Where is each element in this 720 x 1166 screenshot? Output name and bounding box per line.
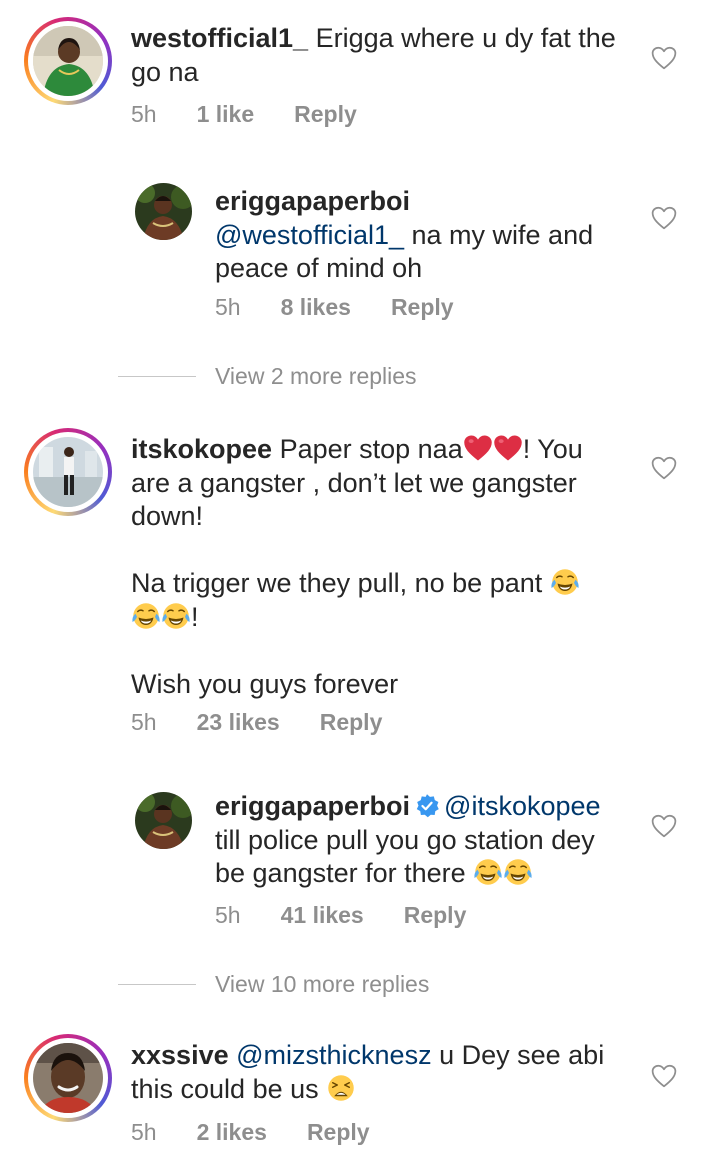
comment-body-line5: ! <box>191 601 199 632</box>
likes-count[interactable]: 23 likes <box>197 709 280 736</box>
reply-text: eriggapaperboi @westofficial1_ na my wif… <box>215 185 645 286</box>
reply-button[interactable]: Reply <box>307 1119 370 1146</box>
comment-body-line6: Wish you guys forever <box>131 668 399 699</box>
reply-body: na my wife and <box>411 219 594 250</box>
reply-body-cont: be gangster for there <box>215 858 466 888</box>
avatar[interactable] <box>33 1043 103 1113</box>
heart-icon[interactable] <box>651 814 677 838</box>
reply-button[interactable]: Reply <box>404 902 467 929</box>
red-heart-emoji <box>493 433 523 463</box>
divider-line <box>118 375 196 378</box>
avatar-photo <box>33 437 103 507</box>
avatar[interactable] <box>135 792 192 849</box>
avatar-photo <box>33 1043 103 1113</box>
username-link[interactable]: westofficial1_ <box>131 23 308 53</box>
comment-body: Paper stop naa <box>279 434 463 464</box>
comment-body-cont: this could be us <box>131 1073 319 1104</box>
divider-line <box>118 983 196 986</box>
mention-link[interactable]: @westofficial1_ <box>215 220 404 250</box>
laughing-emoji <box>550 567 580 597</box>
comment-item: xxssive @mizsthicknesz u Dey see abi thi… <box>0 1030 720 1166</box>
avatar-photo <box>33 26 103 96</box>
weary-face-emoji <box>326 1073 356 1103</box>
comment-body-line3: down! <box>131 501 204 531</box>
view-more-label: View 10 more replies <box>215 971 430 997</box>
likes-count[interactable]: 8 likes <box>281 294 351 321</box>
timestamp: 5h <box>131 101 157 127</box>
timestamp: 5h <box>215 294 241 320</box>
verified-badge-icon <box>414 793 440 819</box>
avatar[interactable] <box>33 437 103 507</box>
reply-meta: 5h 8 likes Reply <box>215 294 454 321</box>
comment-body-cont: go na <box>131 56 199 87</box>
username-link[interactable]: eriggapaperboi <box>215 791 410 821</box>
mention-link[interactable]: @mizsthicknesz <box>236 1040 431 1070</box>
view-more-replies[interactable]: View 2 more replies <box>118 363 417 390</box>
comment-meta: 5h 2 likes Reply <box>131 1119 370 1146</box>
laughing-emoji <box>161 601 191 631</box>
comment-meta: 5h 23 likes Reply <box>131 709 382 736</box>
mention-link[interactable]: @itskokopee <box>444 791 601 821</box>
avatar[interactable] <box>135 183 192 240</box>
comment-body-b: ! You <box>522 434 583 464</box>
comment-meta: 5h 1 like Reply <box>131 101 357 128</box>
likes-count[interactable]: 2 likes <box>197 1119 267 1146</box>
laughing-emoji <box>131 601 161 631</box>
reply-body-cont: peace of mind oh <box>215 253 423 283</box>
reply-text: eriggapaperboi @itskokopee till police pu… <box>215 790 645 891</box>
comment-item: westofficial1_ Erigga where u dy fat the… <box>0 0 720 150</box>
reply-meta: 5h 41 likes Reply <box>215 902 466 929</box>
red-heart-emoji <box>463 433 493 463</box>
avatar[interactable] <box>33 26 103 96</box>
timestamp: 5h <box>131 1119 157 1145</box>
comment-text: itskokopee Paper stop naa ! You are a gan… <box>131 433 631 701</box>
heart-icon[interactable] <box>651 1064 677 1088</box>
reply-button[interactable]: Reply <box>391 294 454 321</box>
comment-body: u Dey see abi <box>439 1040 605 1070</box>
laughing-emoji <box>473 857 503 887</box>
view-more-replies[interactable]: View 10 more replies <box>118 971 429 998</box>
likes-count[interactable]: 1 like <box>197 101 255 128</box>
heart-icon[interactable] <box>651 206 677 230</box>
timestamp: 5h <box>215 902 241 928</box>
timestamp: 5h <box>131 709 157 735</box>
heart-icon[interactable] <box>651 46 677 70</box>
comment-body: Erigga where u dy fat the <box>315 23 616 53</box>
heart-icon[interactable] <box>651 456 677 480</box>
comment-text: xxssive @mizsthicknesz u Dey see abi thi… <box>131 1039 631 1106</box>
reply-body: till police pull you go station dey <box>215 824 595 855</box>
reply-item: eriggapaperboi @itskokopee till police pu… <box>0 780 720 950</box>
laughing-emoji <box>503 857 533 887</box>
avatar-photo <box>135 183 192 240</box>
username-link[interactable]: eriggapaperboi <box>215 186 410 216</box>
username-link[interactable]: xxssive <box>131 1040 229 1070</box>
username-link[interactable]: itskokopee <box>131 434 272 464</box>
reply-button[interactable]: Reply <box>294 101 357 128</box>
reply-button[interactable]: Reply <box>320 709 383 736</box>
view-more-label: View 2 more replies <box>215 363 417 389</box>
comment-text: westofficial1_ Erigga where u dy fat the… <box>131 22 631 89</box>
comment-body-line2: are a gangster , don’t let we gangster <box>131 467 577 498</box>
avatar-photo <box>135 792 192 849</box>
likes-count[interactable]: 41 likes <box>281 902 364 929</box>
reply-item: eriggapaperboi @westofficial1_ na my wif… <box>0 170 720 340</box>
comment-item: itskokopee Paper stop naa ! You are a gan… <box>0 420 720 750</box>
comment-body-line4: Na trigger we they pull, no be pant <box>131 568 543 598</box>
